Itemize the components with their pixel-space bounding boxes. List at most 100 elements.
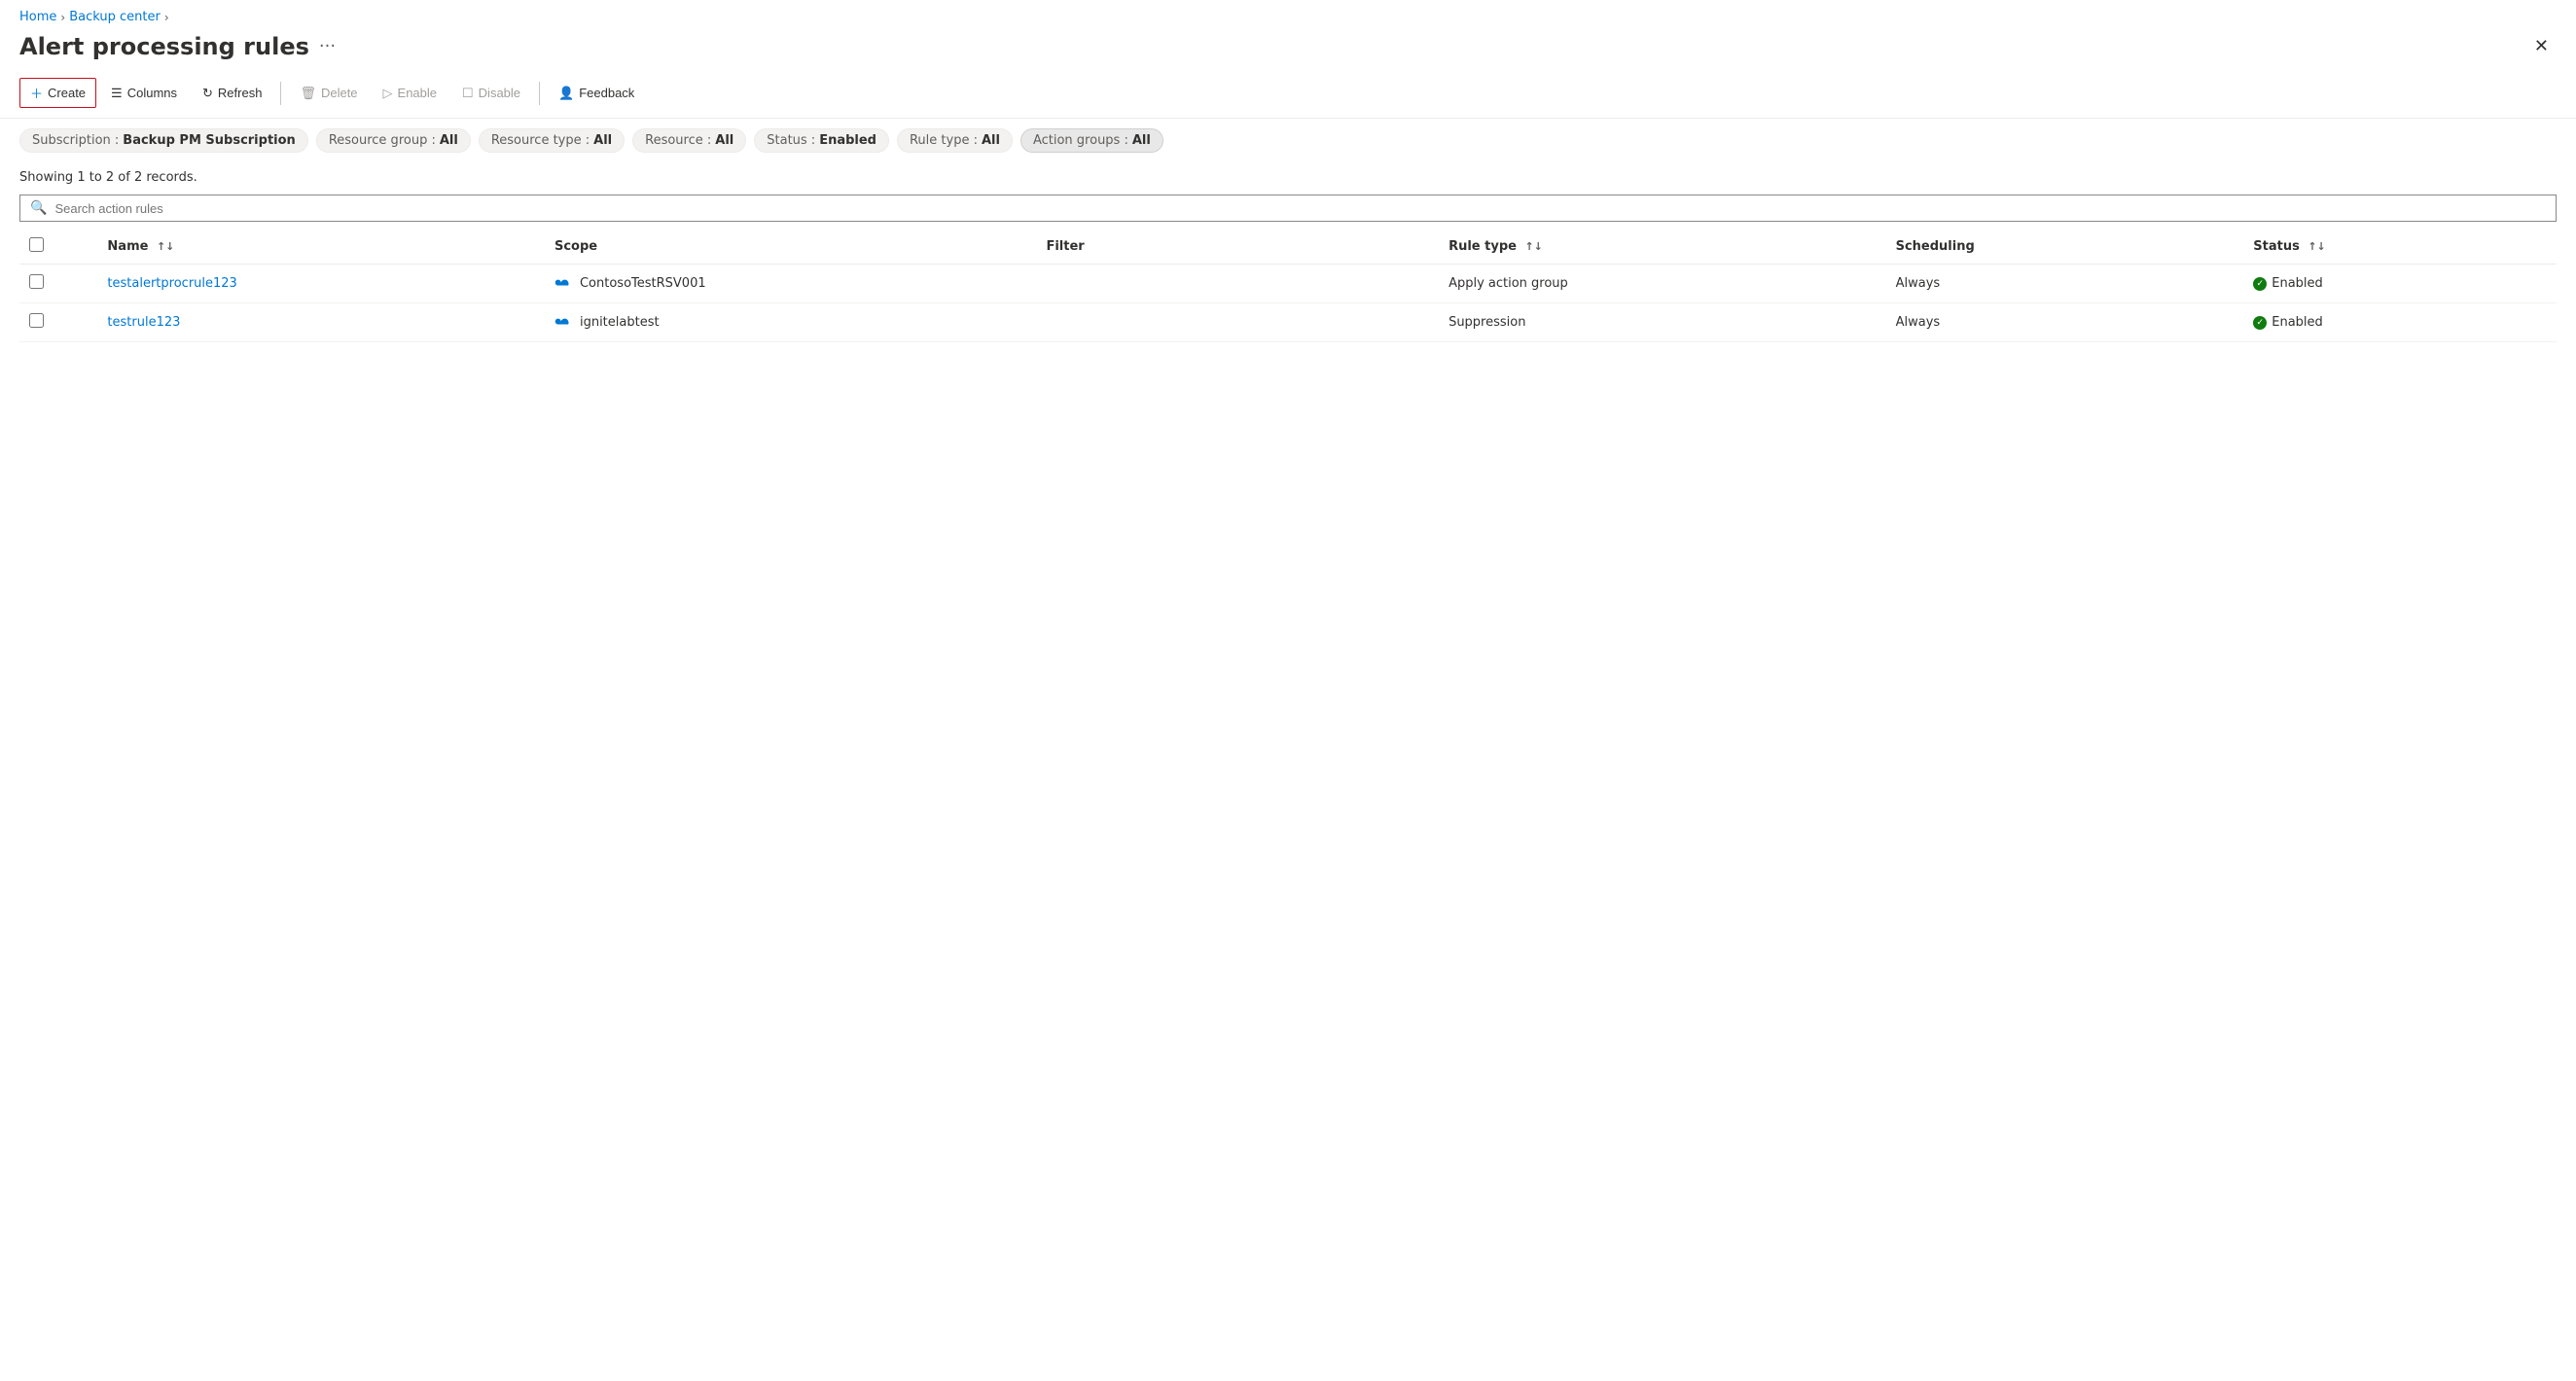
col-filter-label: Filter [1046,239,1084,254]
row-0-checkbox[interactable] [29,274,44,289]
filters-bar: Subscription : Backup PM Subscription Re… [0,119,2576,162]
select-all-header[interactable] [19,230,97,265]
col-scope[interactable]: Scope [545,230,1037,265]
row-1-status-text: Enabled [2272,315,2323,330]
refresh-label: Refresh [218,86,263,100]
filter-resource-type[interactable]: Resource type : All [479,128,625,153]
row-0-status: Enabled [2243,265,2557,303]
feedback-label: Feedback [579,86,634,100]
table-row: testrule123ignitelabtestSuppressionAlway… [19,303,2557,342]
breadcrumb-sep1: › [60,11,65,24]
row-0-scope-text: ContosoTestRSV001 [580,276,706,291]
row-1-name-link[interactable]: testrule123 [107,315,180,330]
row-0-rule-type: Apply action group [1439,265,1886,303]
row-1-checkbox-cell [19,303,97,342]
more-options-button[interactable]: ··· [319,36,336,56]
page-header: Alert processing rules ··· ✕ [0,28,2576,72]
filter-resource[interactable]: Resource : All [632,128,746,153]
toolbar-separator-2 [539,82,540,105]
row-1-scope-text: ignitelabtest [580,315,660,330]
plus-icon: ＋ [30,84,43,102]
filter-ag-value: All [1132,133,1151,148]
enable-icon: ▷ [383,86,393,101]
col-scheduling-label: Scheduling [1896,239,1975,254]
table-row: testalertprocrule123 ContosoTestRSV001 App… [19,265,2557,303]
breadcrumb-home[interactable]: Home [19,10,56,24]
breadcrumb-backup-center[interactable]: Backup center [69,10,161,24]
row-0-name-link[interactable]: testalertprocrule123 [107,276,236,291]
feedback-icon: 👤 [558,86,574,101]
delete-icon: 🗑 [300,86,316,101]
refresh-icon: ↻ [202,86,213,101]
col-name-sort-icon: ↑↓ [157,240,174,253]
rules-table: Name ↑↓ Scope Filter Rule type ↑↓ Schedu… [19,230,2557,342]
filter-subscription[interactable]: Subscription : Backup PM Subscription [19,128,308,153]
delete-button[interactable]: 🗑 Delete [289,80,368,107]
row-1-scheduling: Always [1886,303,2244,342]
select-all-checkbox[interactable] [29,237,44,252]
toolbar: ＋ Create ☰ Columns ↻ Refresh 🗑 Delete ▷ … [0,72,2576,119]
filter-status[interactable]: Status : Enabled [754,128,889,153]
row-0-scope: ContosoTestRSV001 [545,265,1037,303]
col-ruletype-sort-icon: ↑↓ [1524,240,1542,253]
search-icon: 🔍 [30,200,47,216]
col-scheduling[interactable]: Scheduling [1886,230,2244,265]
col-filter[interactable]: Filter [1036,230,1439,265]
filter-s-value: Enabled [819,133,877,148]
row-0-checkbox-cell [19,265,97,303]
col-status[interactable]: Status ↑↓ [2243,230,2557,265]
row-1-scope: ignitelabtest [545,303,1037,342]
filter-subscription-label: Subscription : [32,133,119,148]
delete-label: Delete [321,86,358,100]
row-0-status-dot [2253,277,2267,291]
row-1-filter [1036,303,1439,342]
row-0-cloud-icon [555,275,572,293]
filter-rule-type[interactable]: Rule type : All [897,128,1013,153]
breadcrumb-sep2: › [164,11,169,24]
create-button[interactable]: ＋ Create [19,78,96,108]
breadcrumb: Home › Backup center › [0,0,2576,28]
filter-r-value: All [715,133,733,148]
close-button[interactable]: ✕ [2526,32,2557,60]
filter-ruletype-label: Rule type : [910,133,978,148]
col-name-label: Name [107,239,148,254]
disable-icon: ☐ [462,86,474,101]
filter-s-label: Status : [767,133,815,148]
refresh-button[interactable]: ↻ Refresh [192,80,272,107]
filter-rt-value: All [593,133,612,148]
row-1-checkbox[interactable] [29,313,44,328]
filter-rt-label: Resource type : [491,133,590,148]
filter-action-groups[interactable]: Action groups : All [1020,128,1163,153]
col-scope-label: Scope [555,239,597,254]
col-name[interactable]: Name ↑↓ [97,230,545,265]
row-1-status-dot [2253,316,2267,330]
filter-rg-value: All [440,133,458,148]
columns-label: Columns [127,86,177,100]
search-input[interactable] [54,201,2546,216]
col-ruletype-label: Rule type [1449,239,1517,254]
filter-ag-label: Action groups : [1033,133,1128,148]
enable-button[interactable]: ▷ Enable [373,80,447,107]
search-input-wrap: 🔍 [19,195,2557,222]
row-0-name[interactable]: testalertprocrule123 [97,265,545,303]
create-label: Create [48,86,86,100]
row-1-name[interactable]: testrule123 [97,303,545,342]
page-title: Alert processing rules [19,33,309,60]
filter-rg-label: Resource group : [329,133,436,148]
disable-button[interactable]: ☐ Disable [451,80,531,107]
enable-label: Enable [398,86,437,100]
row-1-status: Enabled [2243,303,2557,342]
row-0-scheduling: Always [1886,265,2244,303]
col-rule-type[interactable]: Rule type ↑↓ [1439,230,1886,265]
feedback-button[interactable]: 👤 Feedback [548,80,645,107]
row-0-status-text: Enabled [2272,276,2323,291]
columns-icon: ☰ [111,86,123,101]
table-header-row: Name ↑↓ Scope Filter Rule type ↑↓ Schedu… [19,230,2557,265]
filter-resource-group[interactable]: Resource group : All [316,128,471,153]
col-status-label: Status [2253,239,2300,254]
filter-ruletype-value: All [982,133,1000,148]
columns-button[interactable]: ☰ Columns [100,80,188,107]
search-container: 🔍 [0,191,2576,222]
filter-subscription-value: Backup PM Subscription [123,133,296,148]
filter-r-label: Resource : [645,133,711,148]
